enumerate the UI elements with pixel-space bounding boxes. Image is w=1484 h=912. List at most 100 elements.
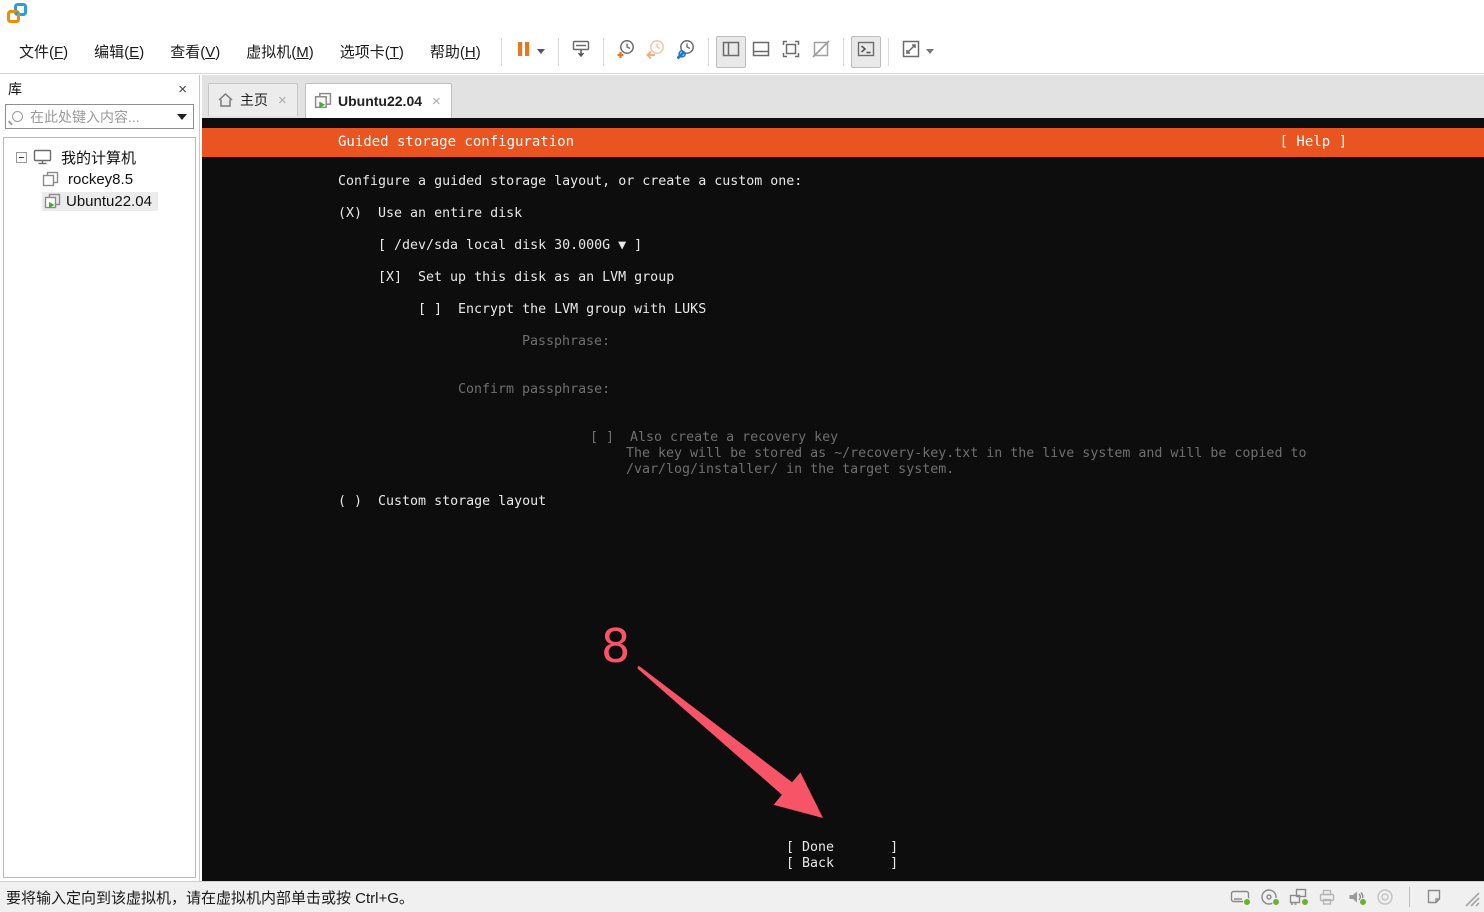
tab-ubuntu2204[interactable]: Ubuntu22.04 × (305, 83, 452, 118)
label-passphrase: Passphrase: (522, 334, 611, 349)
installer-prompt: Configure a guided storage layout, or cr… (338, 174, 803, 189)
take-snapshot-icon (615, 38, 637, 65)
menu-vm[interactable]: 虚拟机(M) (233, 35, 327, 68)
menu-edit[interactable]: 编辑(E) (81, 35, 157, 68)
recovery-key-description: The key will be stored as ~/recovery-key… (626, 446, 1307, 461)
webcam-icon[interactable] (1374, 887, 1396, 907)
tree-collapse-icon[interactable] (16, 151, 27, 163)
connected-dot (1272, 898, 1280, 906)
toolbar-separator (500, 37, 502, 66)
statusbar-separator (1409, 887, 1410, 907)
installer-header-bar: Guided storage configuration [ Help ] (202, 128, 1484, 157)
stretch-guest-display-button[interactable] (896, 36, 938, 68)
checkbox-recovery-key: [ ] Also create a recovery key (590, 430, 839, 445)
label-confirm-passphrase: Confirm passphrase: (458, 382, 611, 397)
installer-title: Guided storage configuration (338, 134, 575, 150)
tree-item-label[interactable]: 我的计算机 (57, 146, 140, 169)
pause-vm-button[interactable] (509, 36, 551, 68)
toolbar-separator (557, 37, 559, 66)
hard-disk-icon[interactable] (1229, 887, 1251, 907)
search-input[interactable] (30, 108, 177, 125)
computer-icon (33, 149, 52, 165)
menu-tabs[interactable]: 选项卡(T) (327, 35, 417, 68)
message-log-icon[interactable] (1423, 887, 1445, 907)
resize-grip[interactable] (1460, 887, 1480, 907)
library-close-icon[interactable]: × (174, 81, 191, 98)
cd-drive-icon[interactable] (1258, 887, 1280, 907)
connected-dot (1359, 898, 1367, 906)
toggle-console-view-button[interactable] (850, 35, 881, 68)
status-bar: 要将输入定向到该虚拟机，请在虚拟机内部单击或按 Ctrl+G。 (0, 881, 1484, 912)
toolbar-separator (842, 37, 844, 66)
window-titlebar (0, 0, 1484, 30)
connected-dot (1301, 898, 1309, 906)
toolbar-separator (707, 37, 709, 66)
menu-toolbar: 文件(F) 编辑(E) 查看(V) 虚拟机(M) 选项卡(T) 帮助(H) (0, 30, 1484, 74)
menu-view[interactable]: 查看(V) (157, 35, 233, 68)
menu-file[interactable]: 文件(F) (6, 35, 81, 68)
vm-running-icon (44, 193, 61, 210)
revert-snapshot-icon (645, 38, 667, 65)
tree-item-rockey85[interactable]: rockey8.5 (4, 168, 195, 190)
annotation-step-number: 8 (601, 619, 631, 673)
tree-item-label[interactable]: Ubuntu22.04 (66, 193, 152, 210)
unity-mode-button[interactable] (806, 36, 836, 68)
disk-select-dropdown[interactable]: [ /dev/sda local disk 30.000G ▼ ] (378, 238, 1306, 254)
home-icon (217, 92, 234, 108)
manage-snapshots-button[interactable] (671, 36, 701, 68)
send-ctrl-alt-del-button[interactable] (566, 36, 596, 68)
toolbar-separator (602, 37, 604, 66)
vm-icon (42, 171, 59, 188)
tree-item-label[interactable]: rockey8.5 (64, 170, 137, 189)
vm-area: 主页 × Ubuntu22.04 × Guided storage config… (202, 75, 1484, 881)
help-button[interactable]: [ Help ] (1280, 128, 1347, 157)
checkbox-lvm-group[interactable]: [X] Set up this disk as an LVM group (378, 270, 1306, 286)
vm-running-icon (314, 92, 332, 110)
tab-label[interactable]: 主页 (240, 90, 268, 110)
send-ctrl-alt-del-icon (570, 38, 592, 65)
revert-snapshot-button[interactable] (641, 36, 671, 68)
console-view-icon (855, 38, 877, 65)
option-custom-storage-layout[interactable]: ( ) Custom storage layout (338, 494, 1306, 510)
tab-close-icon[interactable]: × (430, 93, 443, 110)
manage-snapshots-icon (675, 38, 697, 65)
library-sidebar: 库 × 我的计算机 (0, 75, 200, 881)
toggle-thumbnail-bar-button[interactable] (746, 36, 776, 68)
installer-buttons: [ Done ] [ Back ] (786, 840, 898, 872)
stretch-display-icon (900, 38, 922, 65)
stretch-dropdown-caret-icon[interactable] (925, 49, 934, 54)
toggle-library-panel-button[interactable] (715, 35, 746, 68)
installer-body: Configure a guided storage layout, or cr… (338, 174, 1306, 510)
main-area: 库 × 我的计算机 (0, 75, 1484, 881)
take-snapshot-button[interactable] (611, 36, 641, 68)
tab-label[interactable]: Ubuntu22.04 (338, 93, 422, 109)
pause-dropdown-caret-icon[interactable] (536, 49, 545, 54)
done-button[interactable]: [ Done ] (786, 840, 898, 856)
vm-console-screen[interactable]: Guided storage configuration [ Help ] Co… (202, 118, 1484, 881)
tree-item-my-computer[interactable]: 我的计算机 (4, 146, 195, 168)
recovery-key-description: /var/log/installer/ in the target system… (626, 462, 955, 477)
sound-icon[interactable] (1345, 887, 1367, 907)
menu-help[interactable]: 帮助(H) (417, 35, 494, 68)
library-search-box[interactable] (5, 104, 194, 129)
connected-dot (1243, 898, 1251, 906)
printer-icon[interactable] (1316, 887, 1338, 907)
search-dropdown-caret-icon[interactable] (177, 113, 187, 120)
back-button[interactable]: [ Back ] (786, 856, 898, 872)
vmware-logo-icon (5, 1, 29, 30)
tree-item-ubuntu2204[interactable]: Ubuntu22.04 (4, 190, 195, 212)
tab-close-icon[interactable]: × (276, 92, 289, 109)
network-adapter-icon[interactable] (1287, 887, 1309, 907)
checkbox-encrypt-luks[interactable]: [ ] Encrypt the LVM group with LUKS (418, 302, 1306, 318)
search-icon (12, 111, 23, 122)
fullscreen-icon (780, 38, 802, 65)
status-message: 要将输入定向到该虚拟机，请在虚拟机内部单击或按 Ctrl+G。 (6, 889, 414, 907)
thumbnail-bar-icon (750, 38, 772, 65)
fullscreen-button[interactable] (776, 36, 806, 68)
vm-tree-panel: 我的计算机 rockey8.5 Ubuntu22.04 (3, 137, 196, 878)
option-use-entire-disk[interactable]: (X) Use an entire disk (338, 206, 1306, 222)
library-panel-icon (720, 38, 742, 65)
library-title: 库 (8, 81, 22, 97)
tab-home[interactable]: 主页 × (208, 83, 298, 116)
unity-mode-icon (810, 38, 832, 65)
